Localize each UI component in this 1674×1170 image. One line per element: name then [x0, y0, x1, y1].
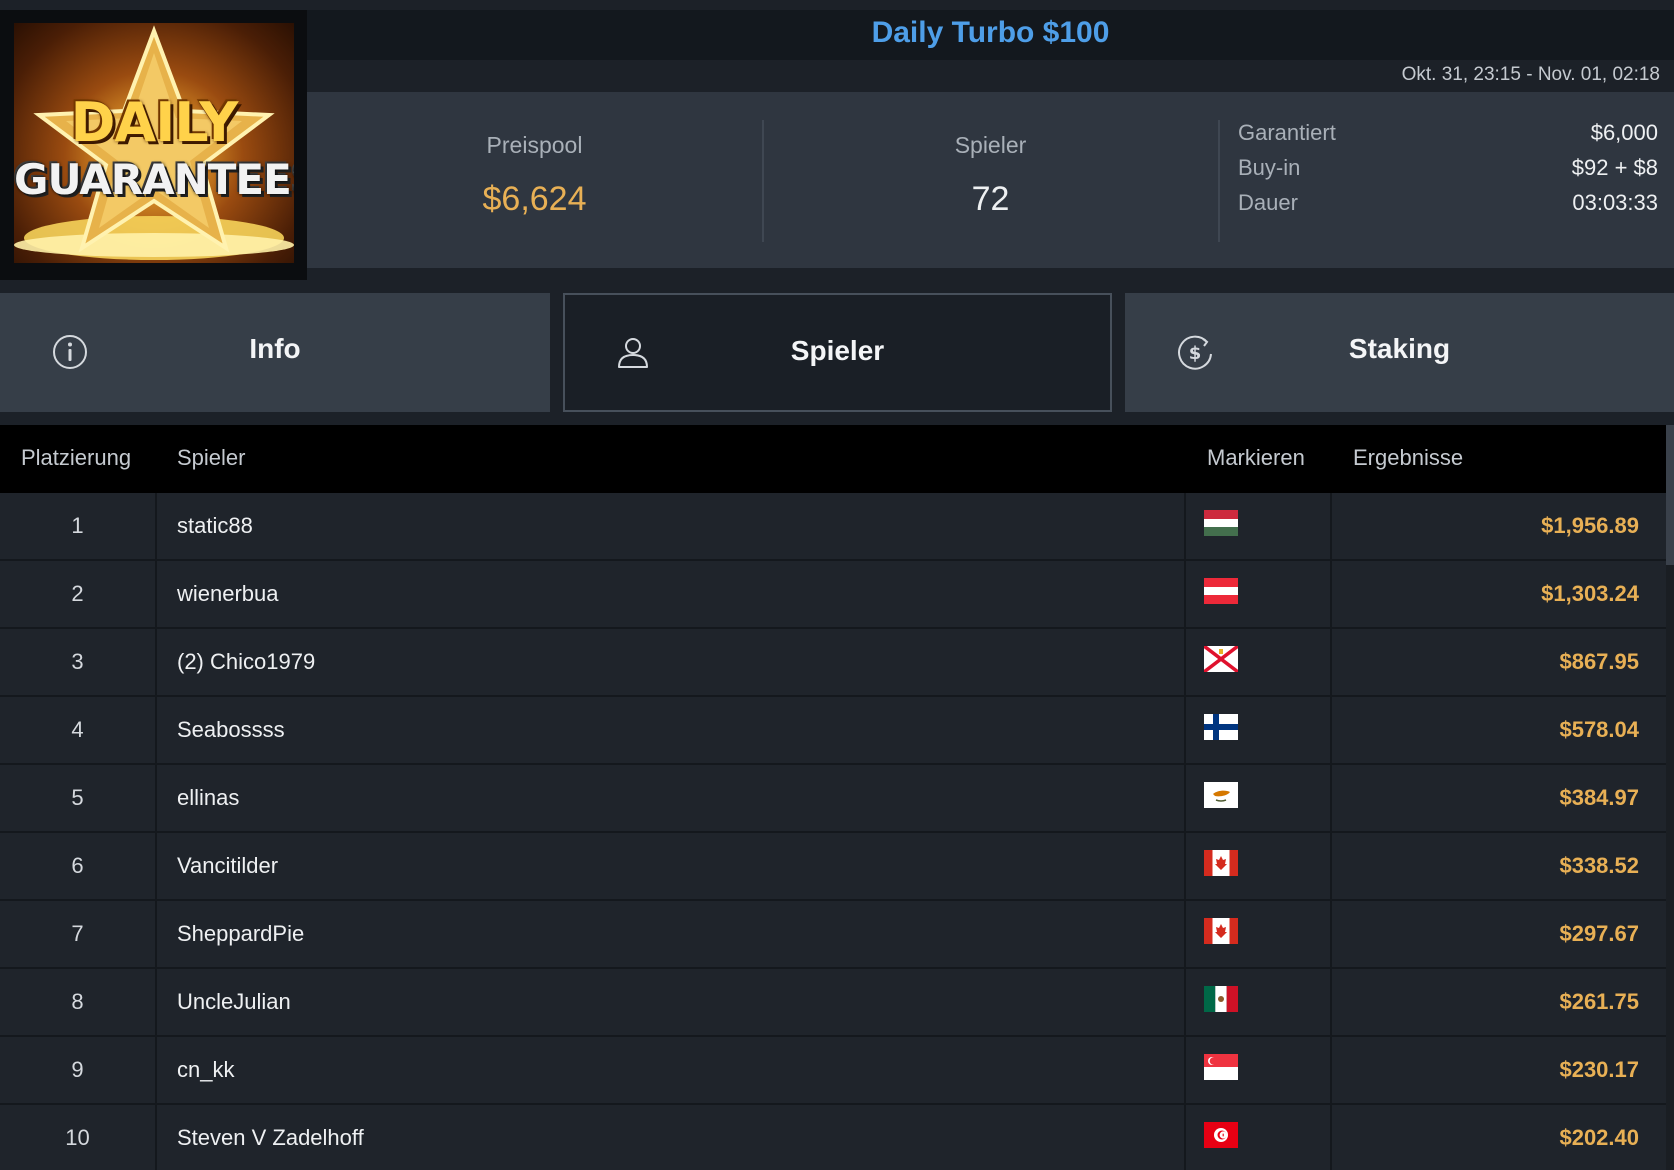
rank-cell: 8	[71, 989, 84, 1014]
tab-staking[interactable]: $ Staking	[1125, 293, 1674, 412]
table-row[interactable]: 1 static88 $1,956.89	[0, 493, 1666, 561]
table-body: 1 static88 $1,956.89 2 wienerbua $1,303.24 3 (2…	[0, 493, 1666, 1170]
column-header-result[interactable]: Ergebnisse	[1353, 445, 1463, 471]
player-name-cell[interactable]: Steven V Zadelhoff	[177, 1105, 364, 1170]
table-row[interactable]: 2 wienerbua $1,303.24	[0, 561, 1666, 629]
column-header-flag[interactable]: Markieren	[1207, 445, 1305, 471]
result-cell: $578.04	[1559, 717, 1639, 742]
rank-cell: 9	[71, 1057, 84, 1082]
tab-info-label: Info	[249, 333, 301, 364]
rank-cell: 7	[71, 921, 84, 946]
prize-pool-label: Preispool	[486, 132, 583, 158]
logo-text-daily: DAILY	[70, 91, 239, 154]
cyprus-flag-icon	[1204, 782, 1238, 808]
tab-info[interactable]: Info	[0, 293, 550, 412]
rank-cell: 5	[71, 785, 84, 810]
player-name-cell[interactable]: cn_kk	[177, 1037, 234, 1103]
buyin-label: Buy-in	[1238, 155, 1301, 180]
table-row[interactable]: 6 Vancitilder $338.52	[0, 833, 1666, 901]
hungary-flag-icon	[1204, 510, 1238, 536]
result-cell: $230.17	[1559, 1057, 1639, 1082]
duration-value: 03:03:33	[1572, 190, 1658, 215]
results-table: Platzierung Spieler Markieren Ergebnisse…	[0, 425, 1666, 1170]
result-cell: $338.52	[1559, 853, 1639, 878]
tab-spieler-label: Spieler	[790, 335, 885, 366]
duration-row: Dauer 03:03:33	[1238, 190, 1658, 226]
tournament-date-range: Okt. 31, 23:15 - Nov. 01, 02:18	[307, 60, 1674, 92]
player-name-cell[interactable]: SheppardPie	[177, 901, 304, 967]
rank-cell: 10	[65, 1125, 90, 1150]
column-divider	[1330, 493, 1332, 1170]
table-row[interactable]: 8 UncleJulian $261.75	[0, 969, 1666, 1037]
buyin-row: Buy-in $92 + $8	[1238, 155, 1658, 191]
result-cell: $1,303.24	[1541, 581, 1639, 606]
canada-flag-icon	[1204, 918, 1238, 944]
buyin-value: $92 + $8	[1571, 155, 1658, 180]
player-name-cell[interactable]: (2) Chico1979	[177, 629, 315, 695]
tunisia-flag-icon	[1204, 1122, 1238, 1148]
tournament-logo: DAILY GUARANTEES	[0, 10, 307, 280]
player-name-cell[interactable]: UncleJulian	[177, 969, 291, 1035]
rank-cell: 3	[71, 649, 84, 674]
rank-cell: 4	[71, 717, 84, 742]
tab-staking-label: Staking	[1348, 333, 1451, 364]
players-value: 72	[971, 180, 1010, 218]
table-header: Platzierung Spieler Markieren Ergebnisse	[0, 425, 1666, 493]
duration-label: Dauer	[1238, 190, 1298, 215]
table-row[interactable]: 9 cn_kk $230.17	[0, 1037, 1666, 1105]
table-row[interactable]: 7 SheppardPie $297.67	[0, 901, 1666, 969]
mexico-flag-icon	[1204, 986, 1238, 1012]
result-cell: $297.67	[1559, 921, 1639, 946]
singapore-flag-icon	[1204, 1054, 1238, 1080]
table-row[interactable]: 5 ellinas $384.97	[0, 765, 1666, 833]
player-name-cell[interactable]: static88	[177, 493, 253, 559]
guaranteed-row: Garantiert $6,000	[1238, 120, 1658, 156]
result-cell: $384.97	[1559, 785, 1639, 810]
table-row[interactable]: 10 Steven V Zadelhoff $202.40	[0, 1105, 1666, 1170]
prize-pool-value: $6,624	[482, 180, 587, 218]
rank-cell: 6	[71, 853, 84, 878]
player-name-cell[interactable]: Vancitilder	[177, 833, 278, 899]
finland-flag-icon	[1204, 714, 1238, 740]
daily-guarantees-logo-image: DAILY GUARANTEES	[14, 23, 294, 263]
canada-flag-icon	[1204, 850, 1238, 876]
result-cell: $867.95	[1559, 649, 1639, 674]
jersey-flag-icon	[1204, 646, 1238, 672]
result-cell: $1,956.89	[1541, 513, 1639, 538]
column-header-rank[interactable]: Platzierung	[21, 445, 131, 471]
table-scrollbar[interactable]	[1666, 425, 1674, 1170]
rank-cell: 2	[71, 581, 84, 606]
result-cell: $202.40	[1559, 1125, 1639, 1150]
guaranteed-label: Garantiert	[1238, 120, 1336, 145]
column-header-player[interactable]: Spieler	[177, 445, 245, 471]
column-divider	[155, 493, 157, 1170]
guaranteed-value: $6,000	[1590, 120, 1658, 145]
column-divider	[1184, 493, 1186, 1170]
scrollbar-thumb[interactable]	[1666, 425, 1674, 565]
table-row[interactable]: 4 Seabossss $578.04	[0, 697, 1666, 765]
player-name-cell[interactable]: ellinas	[177, 765, 239, 831]
stats-divider	[1218, 120, 1220, 242]
tournament-title: Daily Turbo $100	[307, 10, 1674, 60]
logo-text-guarantees: GUARANTEES	[14, 155, 294, 204]
players-stat: Spieler 72	[763, 92, 1218, 268]
players-label: Spieler	[954, 132, 1027, 158]
tournament-stats: Preispool $6,624 Spieler 72 Garantiert $…	[307, 92, 1674, 268]
tab-spieler[interactable]: Spieler	[563, 293, 1112, 412]
player-name-cell[interactable]: wienerbua	[177, 561, 279, 627]
player-name-cell[interactable]: Seabossss	[177, 697, 285, 763]
table-row[interactable]: 3 (2) Chico1979 $867.95	[0, 629, 1666, 697]
rank-cell: 1	[71, 513, 84, 538]
prize-pool-stat: Preispool $6,624	[307, 92, 762, 268]
result-cell: $261.75	[1559, 989, 1639, 1014]
austria-flag-icon	[1204, 578, 1238, 604]
